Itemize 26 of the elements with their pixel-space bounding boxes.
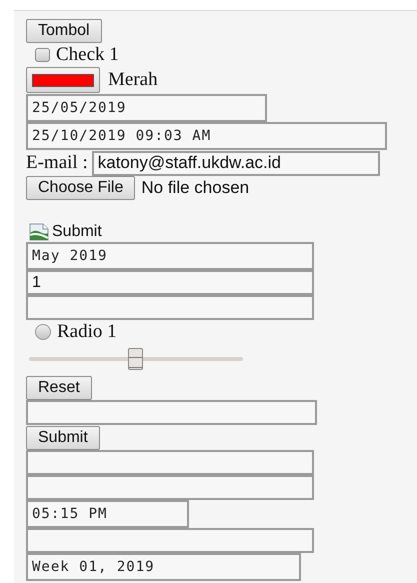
choose-file-button[interactable]: Choose File [26, 176, 136, 200]
email-label: E-mail : [26, 152, 88, 174]
text-field[interactable] [26, 475, 314, 500]
color-picker[interactable] [26, 67, 100, 93]
text-field[interactable] [26, 400, 317, 425]
email-field[interactable]: katony@staff.ukdw.ac.id [92, 150, 380, 176]
radio-label: Radio 1 [57, 320, 117, 342]
month-field[interactable]: May 2019 [26, 242, 314, 270]
week-field[interactable]: Week 01, 2019 [26, 553, 301, 581]
time-field[interactable]: 05:15 PM [26, 500, 189, 528]
button[interactable]: Reset [26, 376, 92, 400]
text-field[interactable] [26, 450, 314, 475]
file-status: No file chosen [141, 178, 250, 198]
radio-button[interactable] [35, 324, 51, 340]
button[interactable]: Submit [26, 426, 100, 450]
date-field[interactable]: 25/05/2019 [26, 94, 267, 122]
text-field[interactable] [26, 528, 314, 553]
text-field[interactable] [26, 295, 314, 320]
color-label: Merah [108, 69, 158, 91]
number-field[interactable]: 1 [26, 270, 314, 295]
checkbox[interactable] [35, 48, 50, 62]
checkbox-label: Check 1 [56, 44, 119, 66]
datetime-field[interactable]: 25/10/2019 09:03 AM [26, 122, 387, 150]
slider-thumb[interactable] [128, 348, 143, 370]
image-submit-button[interactable]: Submit [26, 223, 102, 241]
button[interactable]: Tombol [26, 18, 102, 42]
